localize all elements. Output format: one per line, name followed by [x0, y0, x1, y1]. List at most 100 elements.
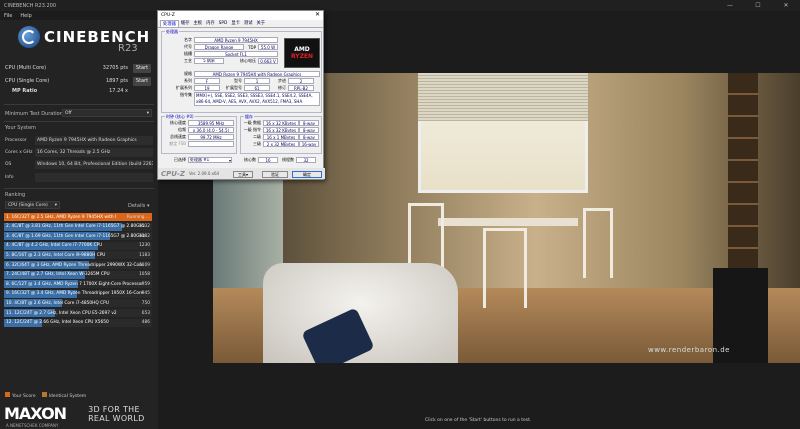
ranking-row[interactable]: 11. 12C/24T @ 2.7 GHz, Intel Xeon CPU E5…: [4, 309, 152, 317]
version-label: R23: [118, 43, 138, 54]
tab-about[interactable]: 关于: [255, 20, 268, 27]
field-instructions: 指令集 MMX(+), SSE, SSE2, SSE3, SSSE3, SSE4.…: [162, 92, 320, 106]
field-value: x 36.0 (4.0 - 54.5): [188, 127, 234, 133]
maximize-icon[interactable]: ☐: [744, 0, 772, 11]
validate-button[interactable]: 验证: [262, 171, 288, 178]
legend-your-score: Your Score: [5, 392, 36, 399]
ranking-name: 8. 6C/12T @ 3.4 GHz, AMD Ryzen 7 1700X E…: [6, 281, 144, 287]
system-row-os: OS Windows 10, 64 Bit, Professional Edit…: [5, 160, 153, 169]
field-key: 二级: [253, 134, 261, 139]
field-value: F: [194, 78, 220, 84]
ranking-row[interactable]: 7. 24C/48T @ 2.7 GHz, Intel Xeon W-3265M…: [4, 270, 152, 279]
ranking-score: 653: [141, 310, 150, 316]
ranking-mode-select[interactable]: CPU (Single Core) ▾: [5, 201, 60, 209]
score-multi-core: CPU (Multi Core) 32705 pts Start: [5, 63, 151, 73]
ranking-row[interactable]: 3. 4C/8T @ 1.69 GHz, 11th Gen Intel Core…: [4, 232, 152, 241]
system-row-processor: Processor AMD Ryzen 9 7945HX with Radeon…: [5, 136, 153, 145]
ranking-mode-value: CPU (Single Core): [8, 202, 48, 208]
field-key: 核心数: [244, 157, 256, 162]
field-value: 99.72 MHz: [188, 134, 234, 140]
cpuz-version: Ver. 2.09.0.x64: [188, 171, 220, 176]
menu-file[interactable]: File: [4, 13, 12, 19]
left-panel: CINEBENCH R23 CPU (Multi Core) 32705 pts…: [0, 20, 158, 429]
ranking-row[interactable]: 4. 4C/8T @ 4.2 GHz, Intel Core i7-7700K …: [4, 241, 152, 250]
ranking-name: 9. 16C/32T @ 3.4 GHz, AMD Ryzen Threadri…: [6, 291, 144, 297]
selection-row: 已选择 处理器 #1 ▾ 核心数 16 线程数 32: [162, 157, 316, 163]
field-l3: 三级 2 x 32 MBytes 16-way: [241, 141, 319, 147]
ranking-legend: Your Score Identical System: [5, 392, 86, 399]
field-value: 55.0 W: [258, 44, 278, 50]
field-key: 核心电压: [240, 58, 256, 63]
system-value: 16 Cores, 32 Threads @ 2.5 GHz: [35, 148, 153, 157]
render-table: [438, 218, 578, 226]
ranking-name: 2. 4C/8T @ 3.81 GHz, 11th Gen Intel Core…: [6, 224, 145, 230]
ok-button[interactable]: 确定: [292, 171, 322, 178]
field-key: 额定 FSB: [169, 141, 186, 146]
score-value: 1897 pts: [105, 78, 128, 84]
start-single-button[interactable]: Start: [133, 76, 151, 86]
field-value: 16: [258, 157, 278, 163]
menu-help[interactable]: Help: [20, 13, 31, 19]
field-value: 32: [296, 157, 316, 163]
field-l1d: 一级 数据 16 x 32 KBytes 8-way: [241, 120, 319, 126]
field-key: 型号: [234, 78, 242, 83]
ranking-row[interactable]: 1. 16C/32T @ 2.5 GHz, AMD Ryzen 9 7945HX…: [4, 213, 152, 221]
system-value: Windows 10, 64 Bit, Professional Edition…: [35, 160, 153, 169]
tab-cache[interactable]: 缓存: [179, 20, 192, 27]
system-row-cores: Cores x GHz 16 Cores, 32 Threads @ 2.5 G…: [5, 148, 153, 157]
ranking-name: 5. 8C/16T @ 2.3 GHz, Intel Core i9-9880H…: [6, 252, 106, 258]
tab-graphics[interactable]: 显卡: [229, 20, 242, 27]
ranking-row[interactable]: 8. 6C/12T @ 3.4 GHz, AMD Ryzen 7 1700X E…: [4, 280, 152, 289]
close-icon[interactable]: ✕: [772, 0, 800, 11]
ranking-row[interactable]: 6. 32C/64T @ 3 GHz, AMD Ryzen Threadripp…: [4, 261, 152, 269]
ranking-row[interactable]: 10. 4C/8T @ 2.6 GHz, Intel Core i7-4850H…: [4, 299, 152, 308]
tab-processor[interactable]: 处理器: [160, 20, 179, 27]
tab-bench[interactable]: 测试: [242, 20, 255, 27]
field-value: 16 x 32 KBytes: [263, 127, 299, 133]
ranking-name: 11. 12C/24T @ 2.7 GHz, Intel Xeon CPU E5…: [6, 310, 117, 316]
field-value: AMD Ryzen 9 7945HX with Radeon Graphics: [194, 71, 320, 77]
info-input[interactable]: [35, 173, 153, 182]
details-button[interactable]: Details ▾: [128, 203, 149, 209]
legend-identical: Identical System: [41, 392, 86, 399]
score-label: MP Ratio: [12, 88, 38, 94]
ranking-name: 3. 4C/8T @ 1.69 GHz, 11th Gen Intel Core…: [6, 233, 145, 239]
score-single-core: CPU (Single Core) 1897 pts Start: [5, 76, 151, 86]
field-value: 2: [288, 78, 314, 84]
legend-label: Your Score: [12, 394, 36, 399]
field-value: 3589.95 MHz: [188, 120, 234, 126]
tab-mainboard[interactable]: 主板: [191, 20, 204, 27]
your-system-title: Your System: [5, 125, 36, 131]
field-value: 61: [244, 85, 270, 91]
field-value: 1: [244, 78, 270, 84]
close-icon[interactable]: ✕: [315, 11, 320, 18]
divider: [4, 104, 154, 105]
tools-button[interactable]: 工具 ▾: [233, 171, 253, 178]
field-key: 规格: [184, 71, 192, 76]
tab-memory[interactable]: 内存: [204, 20, 217, 27]
field-value: 0.663 V: [258, 58, 278, 64]
ranking-score: 1230: [139, 243, 150, 249]
ranking-row[interactable]: 2. 4C/8T @ 3.81 GHz, 11th Gen Intel Core…: [4, 222, 152, 231]
field-value: [188, 141, 234, 147]
cpuz-titlebar[interactable]: CPU-Z ✕: [158, 11, 323, 20]
field-key: 倍频: [178, 127, 186, 132]
tools-label: 工具: [237, 171, 246, 177]
ranking-score: 750: [141, 300, 150, 306]
min-duration-select[interactable]: Off ▾: [62, 109, 152, 117]
ranking-score: 1382: [139, 233, 150, 239]
minimize-icon[interactable]: —: [716, 0, 744, 11]
field-value: Dragon Range: [194, 44, 244, 50]
ranking-row[interactable]: 9. 16C/32T @ 3.4 GHz, AMD Ryzen Threadri…: [4, 289, 152, 298]
field-key: 修订: [278, 85, 286, 90]
tab-spd[interactable]: SPD: [217, 20, 230, 27]
start-multi-button[interactable]: Start: [133, 63, 151, 73]
processor-select[interactable]: 处理器 #1 ▾: [188, 157, 232, 163]
ranking-row[interactable]: 5. 8C/16T @ 2.3 GHz, Intel Core i9-9880H…: [4, 251, 152, 260]
field-key: 扩展系列: [176, 85, 192, 90]
score-label: CPU (Multi Core): [5, 65, 47, 71]
chevron-down-icon: ▾: [245, 172, 248, 177]
ranking-row[interactable]: 12. 12C/24T @ 2.66 GHz, Intel Xeon CPU X…: [4, 318, 152, 327]
cpuz-window[interactable]: CPU-Z ✕ 处理器 缓存 主板 内存 SPD 显卡 测试 关于 处理器 名字…: [157, 10, 325, 180]
field-key: 一级 指令: [243, 127, 261, 132]
